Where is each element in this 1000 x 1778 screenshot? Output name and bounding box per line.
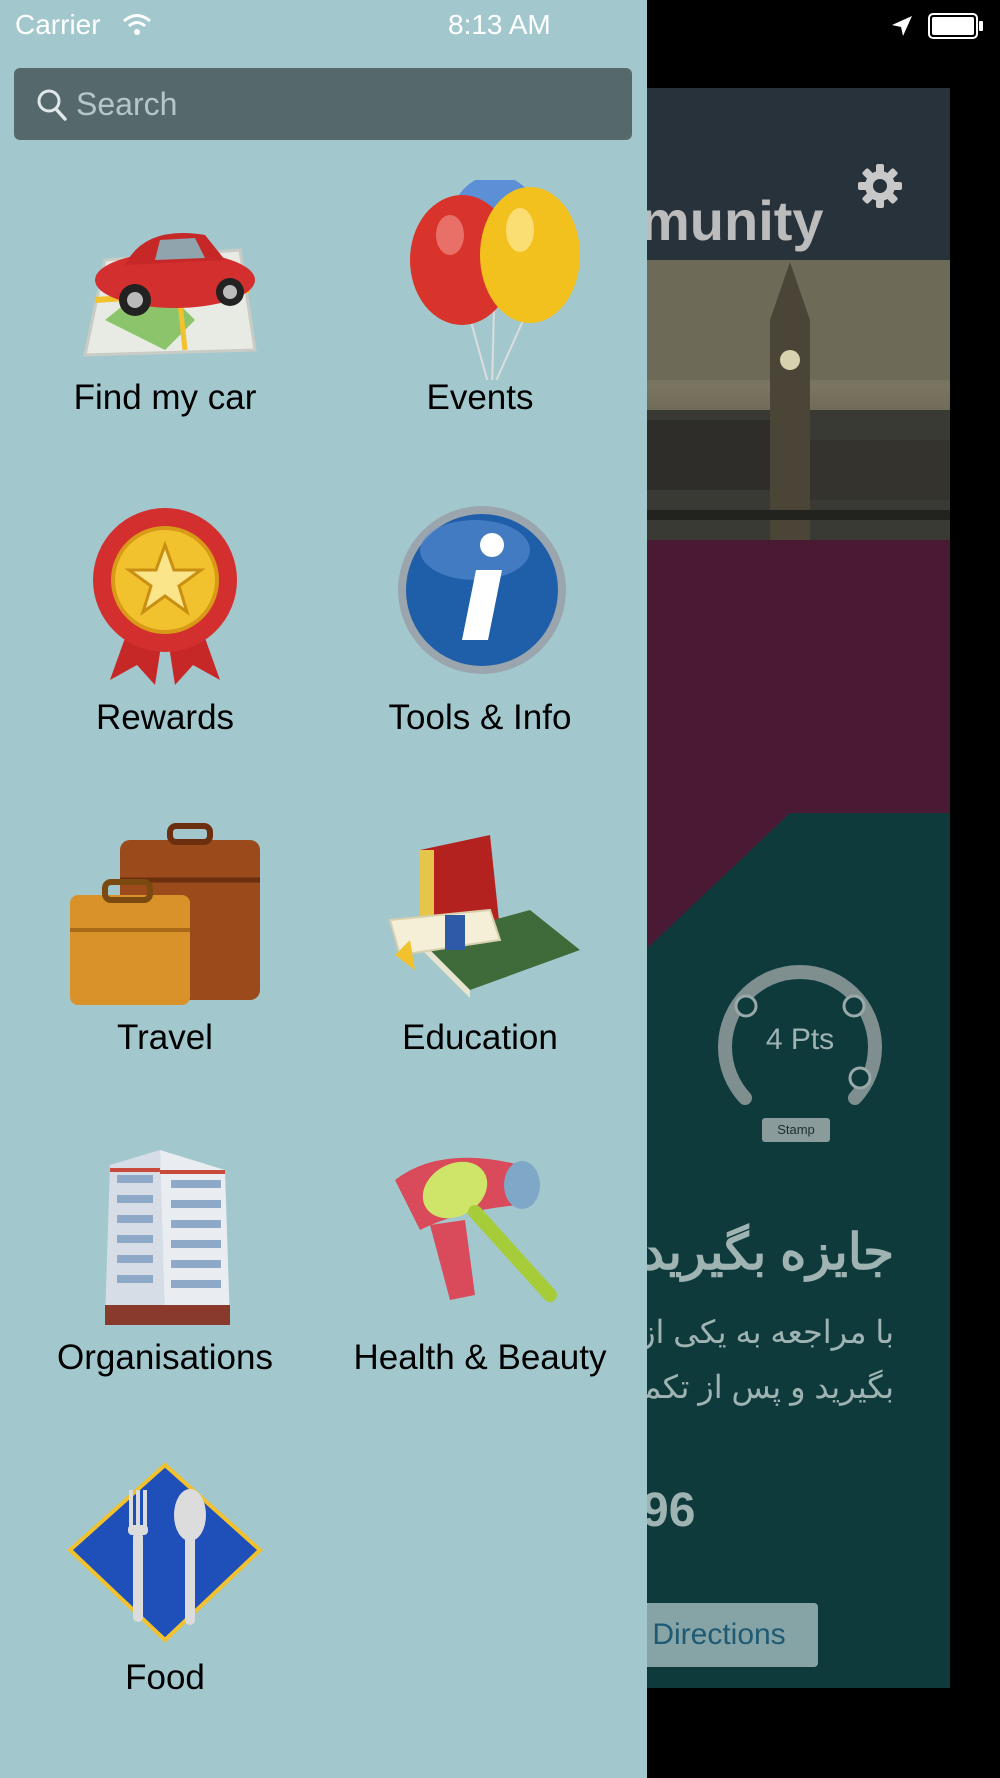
side-menu-drawer: Find my car Events Rewards xyxy=(0,0,647,1778)
menu-item-label: Rewards xyxy=(95,698,235,737)
info-icon xyxy=(398,506,566,674)
menu-item-rewards[interactable]: Rewards xyxy=(15,490,315,790)
location-arrow-icon xyxy=(892,16,912,36)
points-value: 4 Pts xyxy=(765,1023,835,1056)
building-icon xyxy=(105,1150,230,1325)
menu-item-education[interactable]: Education xyxy=(330,810,630,1110)
stamp-button[interactable]: Stamp xyxy=(762,1118,830,1142)
menu-item-label: Events xyxy=(426,378,534,417)
battery-icon xyxy=(928,13,983,39)
menu-item-label: Organisations xyxy=(57,1338,273,1377)
carrier-label: Carrier xyxy=(15,9,101,40)
reward-panel-background xyxy=(600,813,950,1688)
wifi-icon xyxy=(123,14,151,35)
fork-spoon-icon xyxy=(67,1462,263,1643)
reward-description-line2: بگیرید و پس از تکمیل xyxy=(610,1369,894,1405)
suitcase-icon xyxy=(70,823,260,1005)
menu-item-find-my-car[interactable]: Find my car xyxy=(15,170,315,470)
books-diploma-icon xyxy=(388,835,580,998)
car-map-icon xyxy=(83,233,257,357)
menu-item-events[interactable]: Events xyxy=(330,170,630,470)
menu-item-label: Travel xyxy=(117,1018,213,1057)
search-input[interactable] xyxy=(76,68,616,140)
menu-item-health-beauty[interactable]: Health & Beauty xyxy=(330,1130,630,1430)
background-card: munity 4 Pts Stamp جایزه بگیرید با مراجع… xyxy=(600,88,950,1688)
menu-item-label: Food xyxy=(125,1658,205,1697)
phone-number: 96 xyxy=(642,1484,696,1537)
search-icon xyxy=(37,89,67,121)
balloons-icon xyxy=(410,180,580,380)
menu-item-travel[interactable]: Travel xyxy=(15,810,315,1110)
reward-heading: جایزه بگیرید xyxy=(641,1224,894,1280)
menu-item-label: Health & Beauty xyxy=(353,1338,607,1377)
menu-item-label: Tools & Info xyxy=(388,698,572,737)
menu-item-label: Find my car xyxy=(73,378,257,417)
menu-item-tools-info[interactable]: Tools & Info xyxy=(330,490,630,790)
search-bar[interactable] xyxy=(14,68,632,140)
hairdryer-brush-icon xyxy=(395,1157,557,1302)
menu-item-label: Education xyxy=(402,1018,558,1057)
menu-item-organisations[interactable]: Organisations xyxy=(15,1130,315,1430)
ribbon-medal-icon xyxy=(93,508,237,685)
status-bar: Carrier 8:13 AM xyxy=(0,0,1000,50)
directions-button[interactable]: Directions xyxy=(620,1603,818,1667)
menu-item-food[interactable]: Food xyxy=(15,1450,315,1750)
status-time: 8:13 AM xyxy=(448,9,551,40)
